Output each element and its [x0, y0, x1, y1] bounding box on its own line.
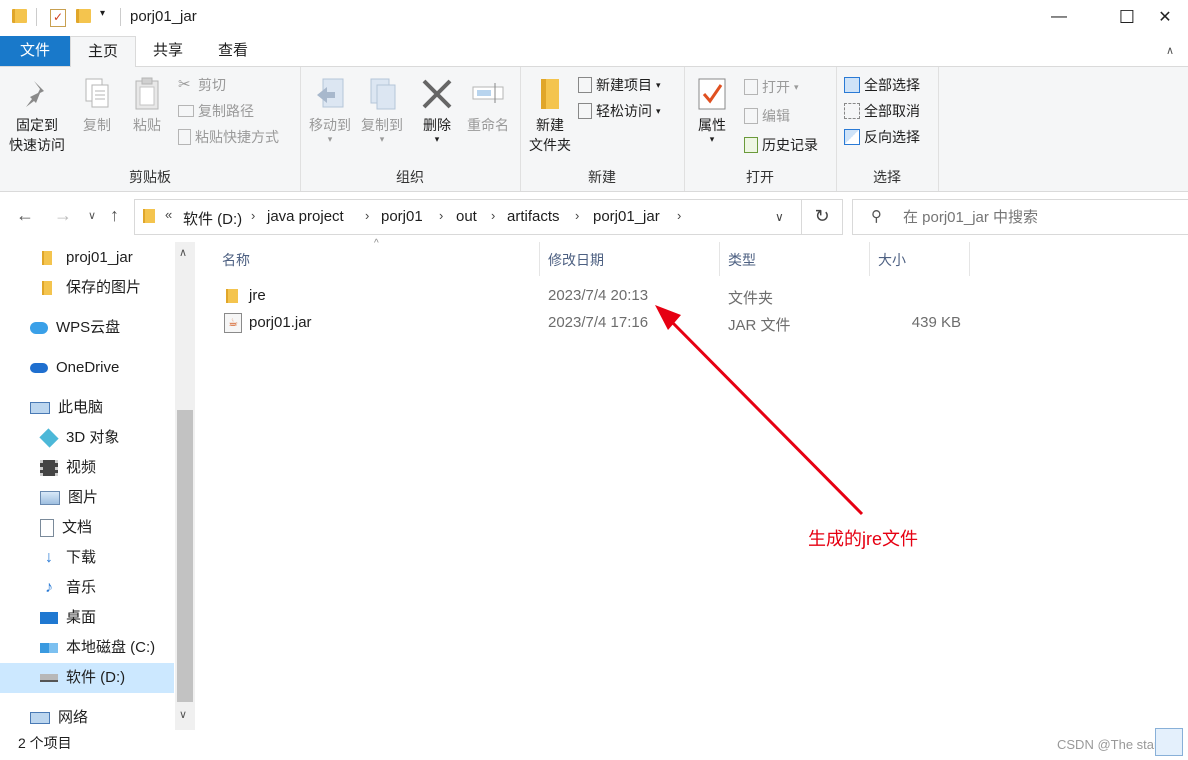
- watermark: CSDN @The star: [1057, 737, 1159, 752]
- details-view-icon[interactable]: [1155, 728, 1183, 756]
- status-bar: 2 个项目 CSDN @The star: [0, 730, 1188, 760]
- annotation-label: 生成的jre文件: [808, 529, 919, 549]
- item-count: 2 个项目: [18, 735, 72, 751]
- annotation-arrow: [655, 305, 864, 516]
